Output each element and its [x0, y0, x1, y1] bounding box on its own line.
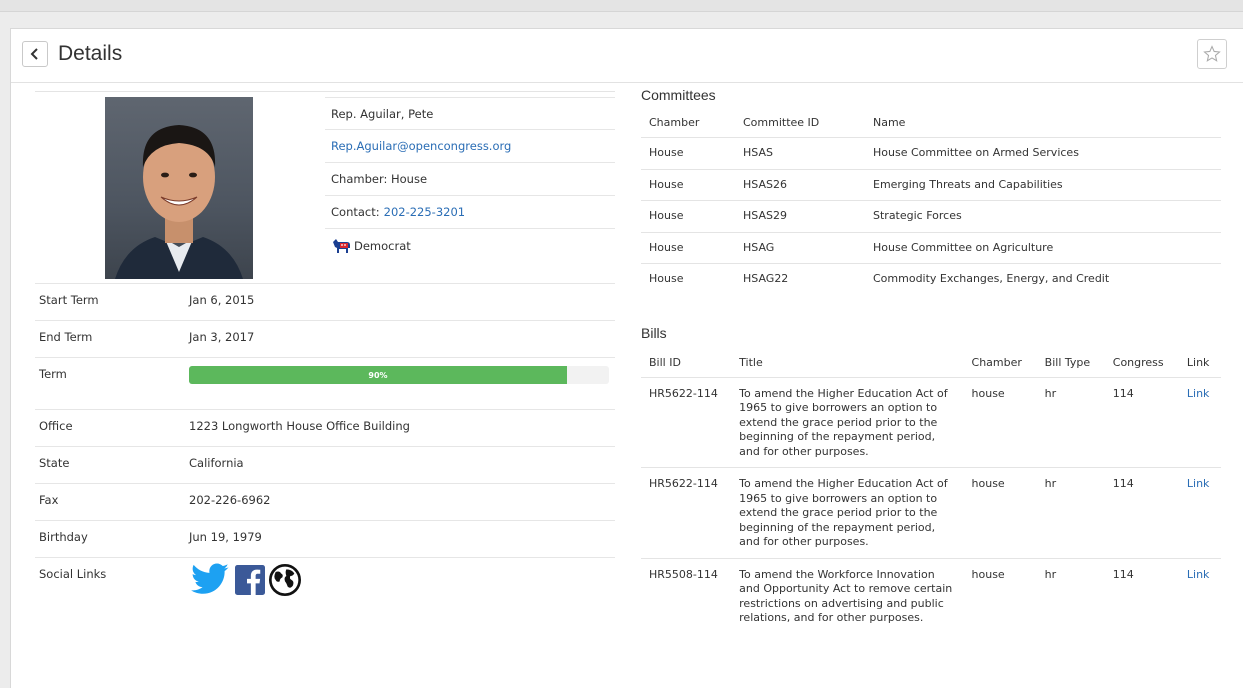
column-header[interactable]: Bill Type	[1037, 347, 1105, 378]
table-row[interactable]: House HSAS House Committee on Armed Servic…	[641, 137, 1221, 170]
table-row[interactable]: House HSAS29 Strategic Forces	[641, 200, 1221, 233]
fax-row: Fax 202-226-6962	[35, 483, 615, 520]
bills-table: Bill ID Title Chamber Bill Type Congress…	[641, 347, 1221, 634]
bills-header-row: Bill ID Title Chamber Bill Type Congress…	[641, 347, 1221, 378]
table-row[interactable]: House HSAS26 Emerging Threats and Capabili…	[641, 168, 1221, 201]
column-header[interactable]: Bill ID	[641, 347, 731, 378]
column-header[interactable]: Congress	[1105, 347, 1179, 378]
term-row: Term 90%	[35, 357, 615, 409]
birthday-row: Birthday Jun 19, 1979	[35, 520, 615, 557]
contact-row: Contact: 202-225-3201	[325, 196, 615, 229]
bill-link[interactable]: Link	[1178, 467, 1221, 559]
panel-header: Details	[11, 29, 1243, 83]
term-progress-bar: 90%	[189, 366, 609, 384]
party-row: Democrat	[325, 229, 615, 262]
page-title: Details	[58, 42, 123, 65]
term-progress-fill: 90%	[189, 366, 567, 384]
bill-link[interactable]: Link	[1178, 557, 1221, 634]
bills-title: Bills	[641, 324, 667, 341]
fax-link[interactable]: 202-226-6962	[189, 493, 615, 507]
table-row[interactable]: HR5622-114 To amend the Higher Education…	[641, 376, 1221, 468]
committees-table: Chamber Committee ID Name House HSAS House…	[641, 107, 1221, 295]
back-button[interactable]	[22, 41, 48, 67]
top-toolbar-strip	[0, 0, 1243, 12]
favorite-button[interactable]	[1197, 39, 1227, 69]
office-row: Office 1223 Longworth House Office Build…	[35, 409, 615, 446]
member-photo	[105, 97, 253, 279]
details-panel: Details Rep. Aguilar, Pete Rep.Aguilar@o…	[10, 28, 1243, 688]
bill-link[interactable]: Link	[1178, 376, 1221, 468]
email-row: Rep.Aguilar@opencongress.org	[325, 130, 615, 163]
committees-title: Committees	[641, 87, 716, 103]
column-header[interactable]: Committee ID	[735, 107, 865, 138]
table-row[interactable]: HR5508-114 To amend the Workforce Innova…	[641, 557, 1221, 634]
table-row[interactable]: House HSAG22 Commodity Exchanges, Energy, …	[641, 263, 1221, 295]
member-activity: Committees Chamber Committee ID Name Hou…	[641, 87, 1226, 634]
table-row[interactable]: House HSAG House Committee on Agriculture	[641, 231, 1221, 264]
chevron-left-icon	[30, 48, 38, 60]
column-header[interactable]: Name	[865, 107, 1221, 138]
website-globe-icon[interactable]	[269, 564, 301, 596]
social-links-row: Social Links	[35, 557, 615, 607]
column-header[interactable]: Title	[731, 347, 963, 378]
table-row[interactable]: HR5622-114 To amend the Higher Education…	[641, 467, 1221, 559]
star-icon	[1203, 45, 1221, 62]
committees-header-row: Chamber Committee ID Name	[641, 107, 1221, 138]
end-term-row: End Term Jan 3, 2017	[35, 320, 615, 357]
contact-list: Rep. Aguilar, Pete Rep.Aguilar@opencongr…	[325, 97, 615, 262]
twitter-icon[interactable]	[189, 563, 231, 597]
column-header[interactable]: Chamber	[964, 347, 1037, 378]
column-header[interactable]: Link	[1179, 347, 1221, 378]
contact-phone-link[interactable]: 202-225-3201	[384, 205, 465, 219]
column-header[interactable]: Chamber	[641, 107, 735, 138]
democrat-donkey-icon	[333, 238, 350, 253]
email-link[interactable]: Rep.Aguilar@opencongress.org	[331, 139, 511, 153]
facebook-icon[interactable]	[235, 565, 265, 595]
start-term-row: Start Term Jan 6, 2015	[35, 283, 615, 320]
state-row: State California	[35, 446, 615, 483]
chamber-row: Chamber: House	[325, 163, 615, 196]
member-info-table: Start Term Jan 6, 2015 End Term Jan 3, 2…	[35, 283, 615, 607]
member-name: Rep. Aguilar, Pete	[325, 97, 615, 130]
